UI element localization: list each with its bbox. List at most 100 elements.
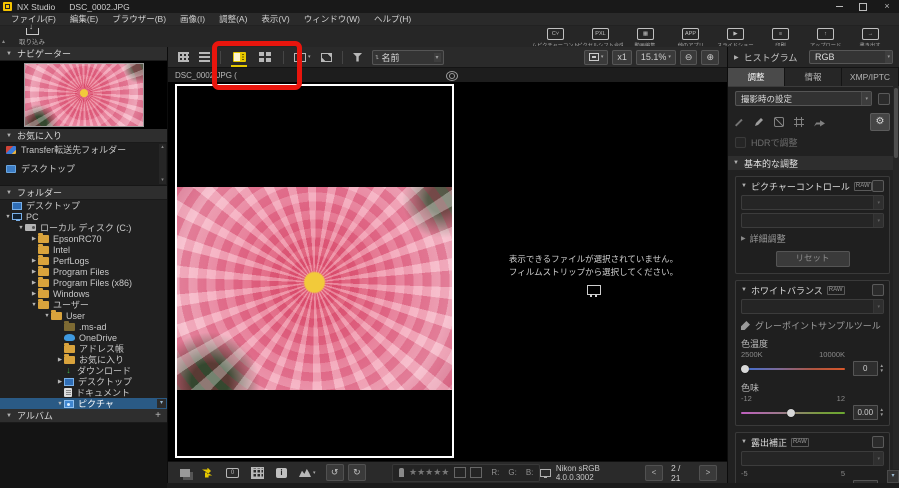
multi-view-button[interactable] <box>254 49 276 66</box>
slideshow-button[interactable]: ▶ スライドショー <box>713 27 758 46</box>
filter-button[interactable] <box>352 52 363 62</box>
straighten-tool-icon[interactable] <box>814 120 825 127</box>
sort-dropdown[interactable]: ↑↓ 名前 ▾ <box>371 49 444 65</box>
picture-control-checkbox[interactable] <box>872 180 884 192</box>
thumbnail-list-view-button[interactable] <box>199 52 210 62</box>
tab-xmp-iptc[interactable]: XMP/IPTC <box>842 68 899 86</box>
photo-view-button[interactable] <box>228 49 250 67</box>
exposure-checkbox[interactable] <box>872 436 884 448</box>
histogram-section-header[interactable]: ▶ ヒストグラム RGB ▾ <box>728 47 899 68</box>
favorite-item[interactable]: Transfer転送先フォルダー <box>0 143 167 156</box>
panel-scroll-down-button[interactable]: ▾ <box>887 470 899 483</box>
previous-image-button[interactable]: < <box>644 464 663 481</box>
other-apps-button[interactable]: APP 他のアプリ <box>668 27 713 46</box>
tab-info[interactable]: 情報 <box>785 68 842 86</box>
exposure-dropdown[interactable]: ▾ <box>741 451 884 466</box>
expander-icon[interactable]: ▶ <box>56 357 64 363</box>
folder-tree-item[interactable]: ▶ Program Files (x86) <box>0 276 167 288</box>
gray-point-sample-tool[interactable]: グレーポイントサンプルツール <box>741 319 884 332</box>
stack-display-button[interactable] <box>180 468 190 477</box>
folder-tree-item[interactable]: ▼ ユーザー <box>0 298 167 310</box>
folder-tree-item[interactable]: ▼ User <box>0 309 167 321</box>
folder-tree-item[interactable]: ▼ ピクチャ <box>0 398 167 409</box>
slider-thumb[interactable] <box>741 364 750 373</box>
tint-slider[interactable] <box>741 408 845 418</box>
upload-button[interactable]: ↑ アップロード <box>803 27 848 46</box>
expander-icon[interactable]: ▶ <box>30 291 38 297</box>
folder-tree-item[interactable]: ▼ ローカル ディスク (C:) <box>0 222 167 233</box>
hdr-checkbox[interactable] <box>735 137 746 148</box>
histogram-channel-dropdown[interactable]: RGB ▾ <box>809 50 893 64</box>
zoom-percent-dropdown[interactable]: 15.1% ▾ <box>635 49 676 65</box>
expander-icon[interactable]: ▼ <box>56 401 64 407</box>
crop-tool-icon[interactable] <box>794 117 804 127</box>
menu-item[interactable]: 表示(V) <box>254 13 296 26</box>
toolbar-collapse-icon[interactable]: ▴ <box>2 38 5 45</box>
tint-value[interactable]: 0.00 <box>853 405 878 420</box>
tab-adjustments[interactable]: 調整 <box>728 68 785 86</box>
image-pane-selected[interactable] <box>175 84 454 458</box>
rotate-right-button[interactable]: ↻ <box>347 464 367 481</box>
folders-header[interactable]: ▼ フォルダー <box>0 186 167 200</box>
histogram-overlay-button[interactable]: ▾ <box>299 468 316 477</box>
navigator-header[interactable]: ▼ ナビゲーター <box>0 47 167 61</box>
image-pane-empty[interactable]: 表示できるファイルが選択されていません。 フィルムストリップから選択してください… <box>460 83 727 459</box>
quick-adjust-arrows-button[interactable] <box>202 467 213 478</box>
expander-icon[interactable]: ▶ <box>30 258 38 264</box>
minimize-button[interactable] <box>827 0 851 13</box>
white-balance-dropdown[interactable]: ▾ <box>741 299 884 314</box>
menu-item[interactable]: ヘルプ(H) <box>367 13 418 26</box>
basic-adjustments-header[interactable]: ▼ 基本的な調整 <box>728 156 899 170</box>
protect-icon[interactable] <box>454 467 467 478</box>
expander-icon[interactable]: ▶ <box>30 269 38 275</box>
albums-header[interactable]: ▼ アルバム + <box>0 409 167 423</box>
preset-checkbox[interactable] <box>878 92 890 105</box>
thumbnail-grid-view-button[interactable] <box>178 52 189 62</box>
next-image-button[interactable]: > <box>699 464 717 481</box>
menu-item[interactable]: ファイル(F) <box>4 13 63 26</box>
menu-item[interactable]: 編集(E) <box>63 13 105 26</box>
import-button[interactable]: 取り込み <box>12 23 52 46</box>
adjustment-preset-dropdown[interactable]: 撮影時の設定 ▾ <box>735 91 872 106</box>
folder-tree-item[interactable]: .ms-ad <box>0 320 167 332</box>
label-pin-icon[interactable] <box>399 468 405 477</box>
fit-to-screen-button[interactable]: ▾ <box>583 49 609 65</box>
reset-button[interactable]: リセット <box>775 251 850 267</box>
folder-tree-item[interactable]: デスクトップ <box>0 200 167 211</box>
add-album-button[interactable]: + <box>155 409 161 422</box>
auto-retouch-tool-icon[interactable] <box>735 118 743 127</box>
expander-icon[interactable]: ▶ <box>30 280 38 286</box>
export-button[interactable]: → 書き出す <box>848 27 893 46</box>
spinner-arrows-icon[interactable]: ▲▼ <box>880 362 884 375</box>
tree-scroll-down-button[interactable]: ▾ <box>157 399 166 408</box>
zoom-out-button[interactable]: ⊖ <box>679 49 698 65</box>
expander-icon[interactable]: ▼ <box>43 313 51 319</box>
red-eye-tool-icon[interactable] <box>774 117 784 127</box>
expander-icon[interactable]: ▶ <box>56 379 64 385</box>
expander-icon[interactable]: ▼ <box>17 225 25 231</box>
print-button[interactable]: ≡ 印刷 <box>758 27 803 46</box>
folder-tree-item[interactable]: ▶ PerfLogs <box>0 254 167 266</box>
menu-item[interactable]: ブラウザー(B) <box>105 13 173 26</box>
spinner-arrows-icon[interactable]: ▲▼ <box>880 406 884 419</box>
folder-tree-item[interactable]: ▶ Program Files <box>0 265 167 277</box>
frame-info-button[interactable]: 0 <box>226 467 239 478</box>
scrollbar-thumb[interactable] <box>894 88 898 158</box>
fullscreen-button[interactable] <box>320 52 332 62</box>
settings-gear-button[interactable]: ⚙ <box>870 113 890 131</box>
favorite-item[interactable]: デスクトップ <box>0 162 167 175</box>
zoom-100-button[interactable]: x1 <box>612 49 632 65</box>
expander-icon[interactable]: ▼ <box>30 302 38 308</box>
picture-control-detail-toggle[interactable]: ▶ 詳細調整 <box>741 232 884 245</box>
temperature-slider[interactable] <box>741 364 845 374</box>
pixel-shift-merge-button[interactable]: PXL ピクセルシフト合成 <box>578 27 623 46</box>
custom-picture-control-button[interactable]: C˅ カスタムピクチャーコントロール <box>533 27 578 46</box>
grid-overlay-button[interactable] <box>251 466 264 479</box>
white-balance-checkbox[interactable] <box>872 284 884 296</box>
navigator-thumbnail[interactable] <box>23 63 144 127</box>
maximize-button[interactable] <box>851 0 875 13</box>
favorites-header[interactable]: ▼ お気に入り <box>0 129 167 143</box>
info-overlay-button[interactable]: i <box>276 467 287 478</box>
rotate-left-button[interactable]: ↺ <box>325 464 344 481</box>
menu-item[interactable]: 画像(I) <box>173 13 212 26</box>
